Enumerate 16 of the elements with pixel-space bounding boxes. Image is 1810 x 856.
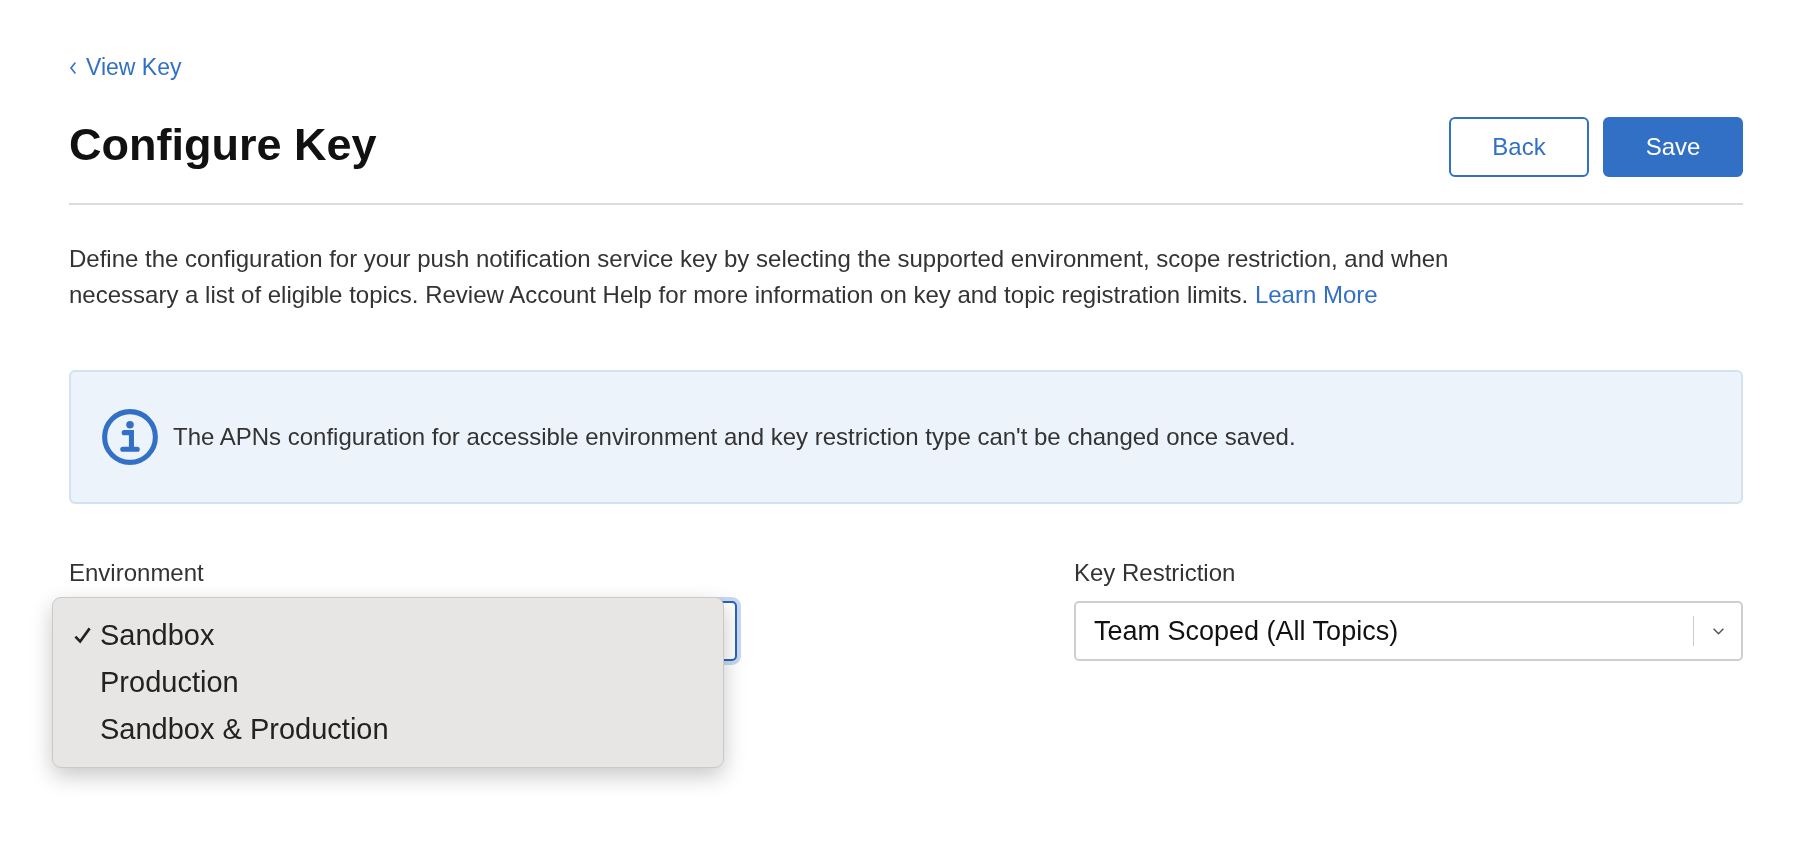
key-restriction-select[interactable]: Team Scoped (All Topics) xyxy=(1074,601,1743,661)
field-label: Environment xyxy=(69,559,205,587)
page-title: Configure Key xyxy=(69,119,377,171)
menu-option[interactable]: Sandbox & Production xyxy=(53,706,723,753)
save-button[interactable]: Save xyxy=(1603,117,1743,177)
back-button[interactable]: Back xyxy=(1449,117,1589,177)
menu-option[interactable]: Sandbox xyxy=(53,612,723,659)
menu-option[interactable]: Production xyxy=(53,659,723,706)
notice-text: The APNs configuration for accessible environment and key restriction type can't be changed once saved. xyxy=(173,423,1296,451)
field-label: Key Restriction xyxy=(1074,559,1237,587)
chevron-left-icon xyxy=(69,60,77,75)
description-text: Define the configuration for your push notification service key by selecting the supported environment, scope restriction, and when necessary a list of eligible topics. Review Account Help for more information on key and topic registration limits. Learn More xyxy=(69,244,1450,310)
chevron-down-icon xyxy=(1712,626,1725,636)
learn-more-link[interactable]: Learn More xyxy=(1254,281,1378,308)
back-link[interactable]: View Key xyxy=(69,54,182,81)
info-icon xyxy=(101,408,159,466)
